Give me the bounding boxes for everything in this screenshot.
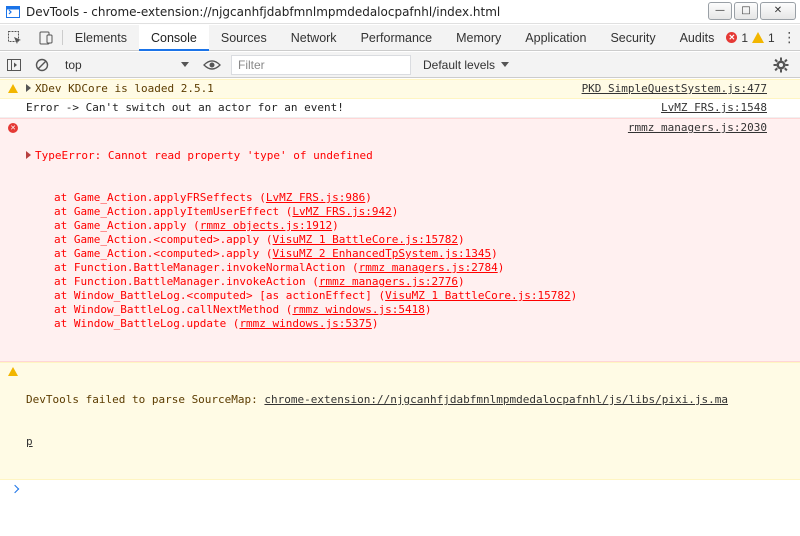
- warning-icon: [8, 84, 18, 93]
- message-text: TypeError: Cannot read property 'type' o…: [35, 149, 373, 162]
- stack-frame: at Game_Action.<computed>.apply (VisuMZ …: [26, 247, 800, 261]
- source-link[interactable]: LvMZ FRS.js:1548: [661, 101, 767, 115]
- message-text: Error -> Can't switch out an actor for a…: [26, 101, 344, 114]
- stack-frame-close: ): [457, 233, 465, 246]
- stack-frame: at Function.BattleManager.invokeNormalAc…: [26, 261, 800, 275]
- source-link[interactable]: rmmz managers.js:2030: [628, 121, 767, 135]
- stack-frame-link[interactable]: rmmz managers.js:2776: [319, 275, 458, 288]
- filter-input[interactable]: [231, 54, 411, 75]
- live-expression-eye-icon[interactable]: [198, 52, 226, 78]
- stack-frame: at Game_Action.applyFRSeffects (LvMZ FRS…: [26, 191, 800, 205]
- console-output[interactable]: XDev KDCore is loaded 2.5.1 PKD SimpleQu…: [0, 79, 800, 536]
- stack-frame-close: ): [391, 205, 399, 218]
- close-window-button[interactable]: ✕: [760, 2, 796, 20]
- stack-frame-call: at Game_Action.applyItemUserEffect (: [54, 205, 293, 218]
- stack-frame-call: at Function.BattleManager.invokeAction (: [54, 275, 319, 288]
- console-prompt[interactable]: [0, 480, 800, 498]
- stack-frame-close: ): [332, 219, 339, 232]
- stack-frame-call: at Window_BattleLog.update (: [54, 317, 240, 330]
- warning-icon: [8, 367, 18, 376]
- stack-frame-link[interactable]: VisuMZ 1 BattleCore.js:15782: [273, 233, 458, 246]
- console-message-warning: DevTools failed to parse SourceMap: chro…: [0, 362, 800, 480]
- message-text: DevTools failed to parse SourceMap:: [26, 393, 265, 406]
- stack-frame-link[interactable]: rmmz objects.js:1912: [200, 219, 332, 232]
- log-levels-value: Default levels: [423, 57, 496, 72]
- stack-frame-link[interactable]: rmmz windows.js:5375: [239, 317, 371, 330]
- context-value: top: [65, 57, 82, 72]
- warning-count-icon: [752, 32, 765, 43]
- stack-frame: at Window_BattleLog.callNextMethod (rmmz…: [26, 303, 800, 317]
- tab-performance[interactable]: Performance: [349, 25, 445, 50]
- issue-counts[interactable]: ✕ 1 1: [726, 25, 778, 50]
- inspect-element-icon[interactable]: [0, 25, 31, 50]
- stack-frame-call: at Function.BattleManager.invokeNormalAc…: [54, 261, 359, 274]
- window-title: DevTools - chrome-extension://njgcanhfjd…: [26, 4, 501, 19]
- tab-console[interactable]: Console: [138, 25, 209, 51]
- stack-frame-link[interactable]: LvMZ FRS.js:986: [266, 191, 365, 204]
- sourcemap-link-continued[interactable]: p: [26, 435, 33, 448]
- tab-elements[interactable]: Elements: [63, 25, 139, 50]
- stack-frame-close: ): [365, 191, 372, 204]
- stack-frame-call: at Game_Action.apply (: [54, 219, 200, 232]
- tab-security[interactable]: Security: [598, 25, 667, 50]
- stack-frame: at Game_Action.apply (rmmz objects.js:19…: [26, 219, 800, 233]
- minimize-button[interactable]: —: [708, 2, 732, 20]
- expand-arrow-icon[interactable]: [26, 84, 31, 92]
- tab-audits[interactable]: Audits: [668, 25, 727, 50]
- stack-trace: at Game_Action.applyFRSeffects (LvMZ FRS…: [26, 191, 800, 331]
- log-levels-dropdown[interactable]: Default levels: [415, 58, 517, 72]
- more-options-icon[interactable]: ⋮: [779, 25, 800, 50]
- gear-icon[interactable]: [772, 56, 790, 74]
- stack-frame: at Window_BattleLog.update (rmmz windows…: [26, 317, 800, 331]
- console-message-error: ✕ TypeError: Cannot read property 'type'…: [0, 118, 800, 362]
- window-titlebar: DevTools - chrome-extension://njgcanhfjd…: [0, 0, 800, 24]
- window-controls: — □ ✕: [708, 2, 796, 20]
- stack-frame-call: at Game_Action.<computed>.apply (: [54, 247, 273, 260]
- stack-frame: at Game_Action.applyItemUserEffect (LvMZ…: [26, 205, 800, 219]
- stack-frame-close: ): [371, 317, 379, 330]
- stack-frame: at Function.BattleManager.invokeAction (…: [26, 275, 800, 289]
- stack-frame-close: ): [457, 275, 465, 288]
- chevron-down-icon: [501, 62, 510, 67]
- maximize-button[interactable]: □: [734, 2, 758, 20]
- stack-frame-close: ): [424, 303, 432, 316]
- source-link[interactable]: PKD SimpleQuestSystem.js:477: [582, 82, 767, 96]
- console-toolbar: top Default levels: [0, 52, 800, 78]
- error-icon: ✕: [8, 123, 18, 133]
- stack-frame-call: at Game_Action.applyFRSeffects (: [54, 191, 266, 204]
- stack-frame: at Game_Action.<computed>.apply (VisuMZ …: [26, 233, 800, 247]
- message-text: XDev KDCore is loaded 2.5.1: [35, 82, 214, 95]
- stack-frame-close: ): [570, 289, 578, 302]
- stack-frame-close: ): [491, 247, 498, 260]
- stack-frame-link[interactable]: VisuMZ 2 EnhancedTpSystem.js:1345: [273, 247, 492, 260]
- prompt-chevron-icon: [10, 484, 20, 494]
- tab-memory[interactable]: Memory: [444, 25, 513, 50]
- chevron-down-icon: [181, 62, 189, 67]
- error-count-icon: ✕: [726, 32, 738, 43]
- stack-frame-link[interactable]: LvMZ FRS.js:942: [292, 205, 391, 218]
- stack-frame-link[interactable]: rmmz managers.js:2784: [359, 261, 498, 274]
- context-selector[interactable]: top: [57, 55, 197, 75]
- stack-frame: at Window_BattleLog.<computed> [as actio…: [26, 289, 800, 303]
- devtools-app-icon: [6, 5, 20, 19]
- console-message-log: Error -> Can't switch out an actor for a…: [0, 99, 800, 118]
- stack-frame-call: at Game_Action.<computed>.apply (: [54, 233, 273, 246]
- stack-frame-call: at Window_BattleLog.<computed> [as actio…: [54, 289, 386, 302]
- stack-frame-close: ): [497, 261, 505, 274]
- sourcemap-link[interactable]: chrome-extension://njgcanhfjdabfmnlmpmde…: [264, 393, 728, 406]
- tab-network[interactable]: Network: [279, 25, 349, 50]
- show-sidebar-icon[interactable]: [0, 52, 28, 78]
- device-toolbar-icon[interactable]: [31, 25, 62, 50]
- clear-console-icon[interactable]: [28, 52, 56, 78]
- stack-frame-link[interactable]: rmmz windows.js:5418: [292, 303, 424, 316]
- tab-application[interactable]: Application: [513, 25, 598, 50]
- stack-frame-call: at Window_BattleLog.callNextMethod (: [54, 303, 293, 316]
- console-message-warning: XDev KDCore is loaded 2.5.1 PKD SimpleQu…: [0, 79, 800, 99]
- error-count: 1: [741, 30, 749, 45]
- warning-count: 1: [768, 30, 775, 45]
- expand-arrow-icon[interactable]: [26, 151, 31, 159]
- tab-sources[interactable]: Sources: [209, 25, 279, 50]
- devtools-tab-bar: Elements Console Sources Network Perform…: [0, 25, 800, 51]
- stack-frame-link[interactable]: VisuMZ 1 BattleCore.js:15782: [385, 289, 570, 302]
